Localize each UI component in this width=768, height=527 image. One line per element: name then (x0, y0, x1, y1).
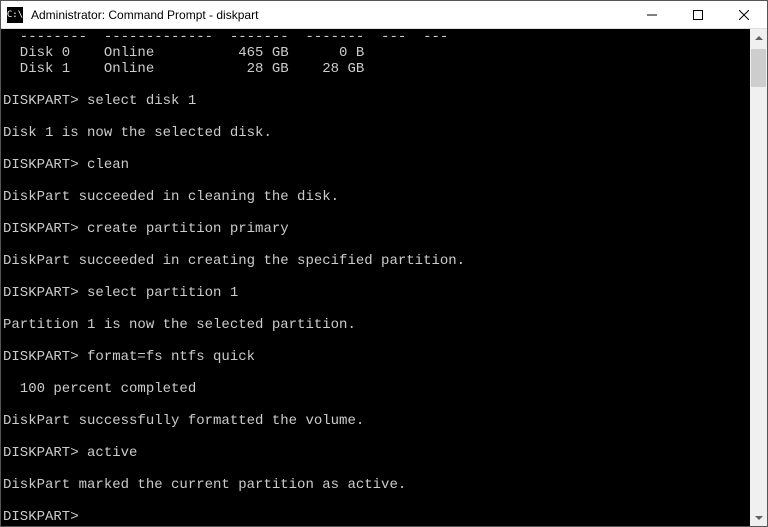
close-icon (739, 10, 749, 20)
cmd-icon: C:\ (7, 7, 23, 23)
vertical-scrollbar[interactable] (750, 29, 767, 526)
chevron-up-icon (755, 36, 763, 40)
chevron-down-icon (755, 516, 763, 520)
terminal-output[interactable]: -------- ------------- ------- ------- -… (1, 29, 750, 526)
content-area: -------- ------------- ------- ------- -… (1, 29, 767, 526)
app-window: C:\ Administrator: Command Prompt - disk… (0, 0, 768, 527)
scroll-thumb[interactable] (751, 49, 766, 87)
maximize-button[interactable] (675, 1, 721, 29)
minimize-button[interactable] (629, 1, 675, 29)
window-title: Administrator: Command Prompt - diskpart (29, 8, 629, 22)
scroll-down-button[interactable] (750, 509, 767, 526)
scroll-track[interactable] (750, 46, 767, 509)
titlebar[interactable]: C:\ Administrator: Command Prompt - disk… (1, 1, 767, 29)
scroll-up-button[interactable] (750, 29, 767, 46)
maximize-icon (693, 10, 703, 20)
close-button[interactable] (721, 1, 767, 29)
minimize-icon (647, 10, 657, 20)
